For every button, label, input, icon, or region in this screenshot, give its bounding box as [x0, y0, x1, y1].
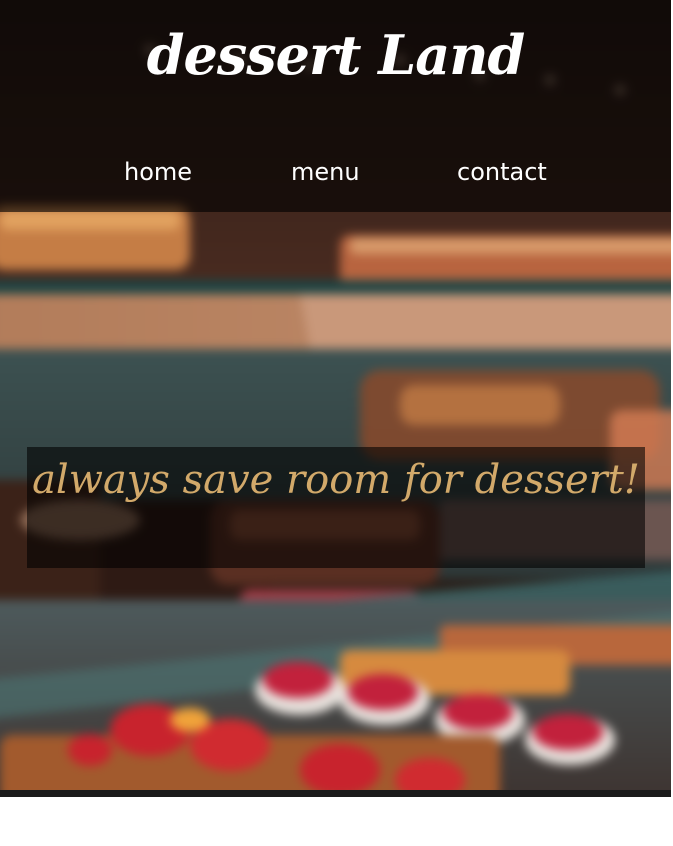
nav-link-menu[interactable]: menu [291, 152, 360, 192]
tagline-banner: always save room for dessert! [27, 447, 645, 568]
main-nav: home menu contact [0, 152, 671, 192]
nav-link-contact[interactable]: contact [457, 152, 547, 192]
tagline-text: always save room for dessert! [32, 457, 640, 503]
page: dessert Land home menu contact always sa… [0, 0, 673, 846]
site-header: dessert Land home menu contact [0, 0, 671, 212]
nav-link-home[interactable]: home [124, 152, 192, 192]
site-logo[interactable]: dessert Land [0, 20, 671, 90]
hero-bottom-border [0, 790, 671, 797]
